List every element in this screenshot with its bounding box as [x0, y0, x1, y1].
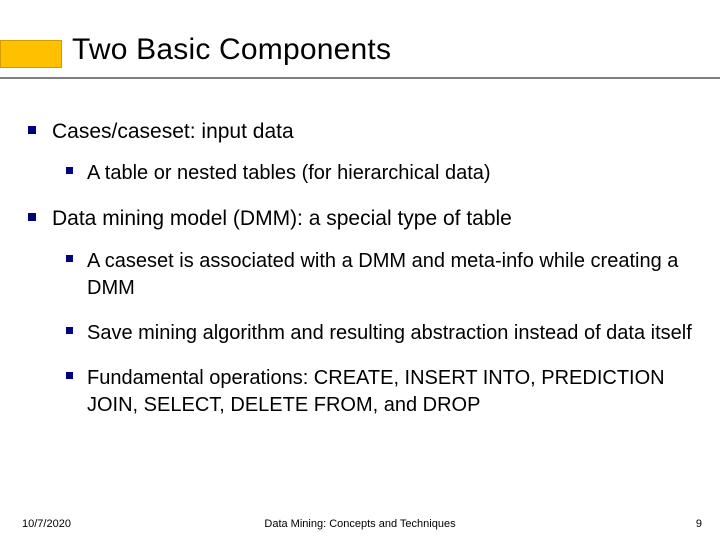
square-bullet-icon	[66, 255, 73, 262]
bullet-text: Cases/caseset: input data	[52, 118, 294, 146]
bullet-text: Data mining model (DMM): a special type …	[52, 205, 512, 233]
slide-title: Two Basic Components	[72, 33, 391, 67]
list-item: A table or nested tables (for hierarchic…	[66, 160, 692, 187]
bullet-list-level1: Cases/caseset: input data A table or nes…	[28, 118, 692, 419]
square-bullet-icon	[66, 167, 73, 174]
footer-page-number: 9	[696, 518, 702, 530]
square-bullet-icon	[28, 126, 36, 134]
list-item: Cases/caseset: input data A table or nes…	[28, 118, 692, 187]
list-item: Save mining algorithm and resulting abst…	[66, 320, 692, 347]
square-bullet-icon	[28, 213, 36, 221]
accent-block	[0, 40, 62, 68]
bullet-list-level2: A caseset is associated with a DMM and m…	[66, 248, 692, 419]
square-bullet-icon	[66, 372, 73, 379]
square-bullet-icon	[66, 327, 73, 334]
list-item: Fundamental operations: CREATE, INSERT I…	[66, 365, 692, 419]
list-item: A caseset is associated with a DMM and m…	[66, 248, 692, 302]
bullet-text: Save mining algorithm and resulting abst…	[87, 320, 692, 347]
title-wrap: Two Basic Components	[0, 32, 391, 68]
list-item: Data mining model (DMM): a special type …	[28, 205, 692, 418]
title-underline	[0, 77, 720, 79]
bullet-text: Fundamental operations: CREATE, INSERT I…	[87, 365, 692, 419]
footer-center: Data Mining: Concepts and Techniques	[0, 518, 720, 530]
bullet-text: A table or nested tables (for hierarchic…	[87, 160, 491, 187]
slide-content: Cases/caseset: input data A table or nes…	[28, 118, 692, 437]
bullet-text: A caseset is associated with a DMM and m…	[87, 248, 692, 302]
slide-container: Two Basic Components Cases/caseset: inpu…	[0, 0, 720, 540]
bullet-list-level2: A table or nested tables (for hierarchic…	[66, 160, 692, 187]
